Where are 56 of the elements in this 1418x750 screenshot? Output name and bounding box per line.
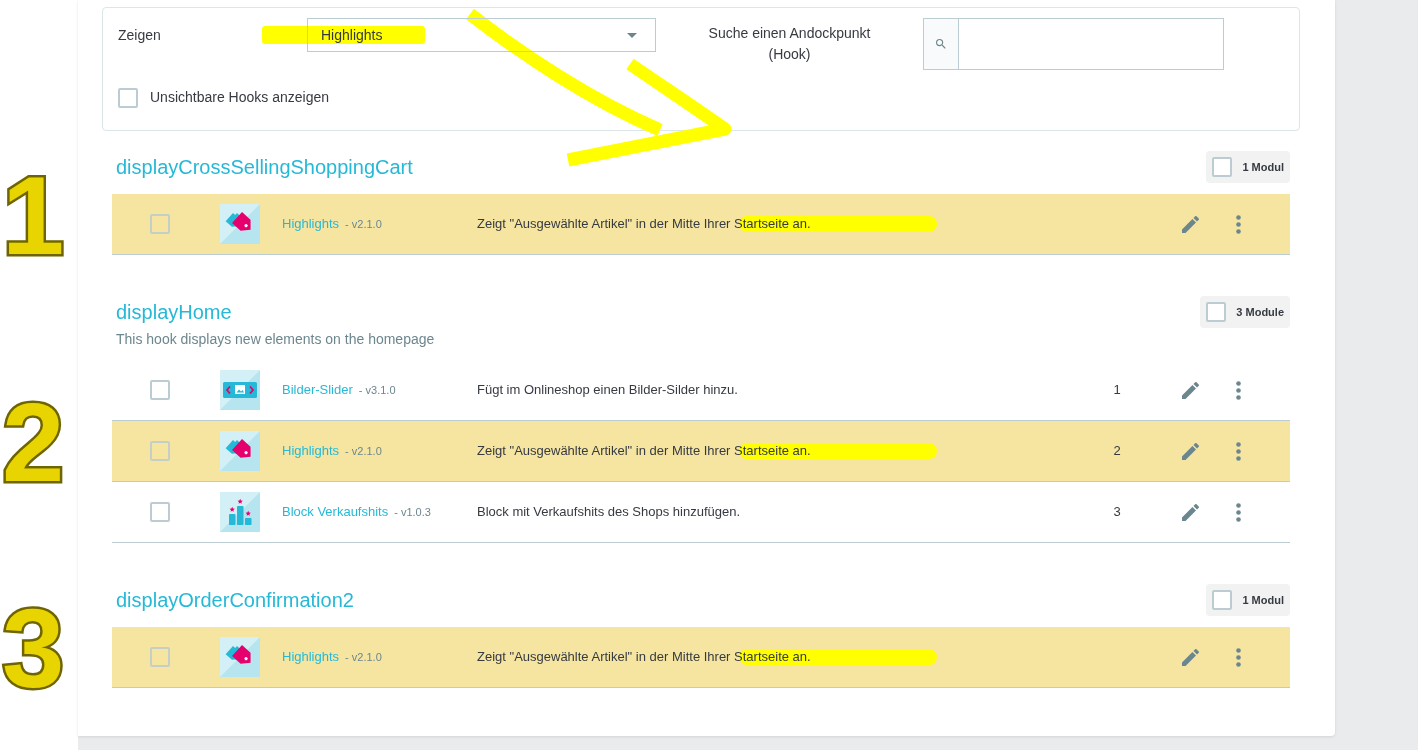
select-all-checkbox[interactable] <box>1212 590 1233 610</box>
hook-title: displayOrderConfirmation2 <box>115 588 354 613</box>
pencil-icon <box>1181 381 1199 399</box>
pencil-icon <box>1181 215 1199 233</box>
module-count-label: 3 Module <box>1236 304 1284 320</box>
annotation-number: 3 <box>2 592 65 705</box>
select-all-checkbox[interactable] <box>1206 302 1227 322</box>
module-name[interactable]: Highlights <box>282 214 340 234</box>
module-version: - v2.1.0 <box>345 444 382 460</box>
module-checkbox[interactable] <box>150 647 170 667</box>
module-count-label: 1 Modul <box>1242 592 1284 608</box>
module-checkbox[interactable] <box>150 214 170 234</box>
podium-icon <box>220 492 260 532</box>
pencil-icon <box>1181 648 1199 666</box>
invisible-hooks-label: Unsichtbare Hooks anzeigen <box>150 88 329 107</box>
annotation-number: 1 <box>2 159 65 272</box>
search-field[interactable] <box>923 18 1224 70</box>
select-all-checkbox[interactable] <box>1212 157 1233 177</box>
module-checkbox[interactable] <box>150 441 170 461</box>
module-version: - v2.1.0 <box>345 650 382 666</box>
invisible-hooks-checkbox[interactable] <box>118 87 138 108</box>
module-position: 1 <box>1113 381 1121 400</box>
kebab-icon <box>1235 214 1241 234</box>
module-name[interactable]: Highlights <box>282 441 340 461</box>
module-version: - v3.1.0 <box>358 383 396 399</box>
module-checkbox[interactable] <box>150 380 170 400</box>
module-version: - v2.1.0 <box>345 217 382 233</box>
hook-title: displayCrossSellingShoppingCart <box>115 155 413 180</box>
caret-icon <box>627 32 637 38</box>
image-slider-icon <box>220 370 260 410</box>
show-label: Zeigen <box>118 26 162 45</box>
search-icon <box>936 39 946 49</box>
tags-icon <box>220 204 260 244</box>
module-description: Fügt im Onlineshop einen Bilder-Silder hinzu. <box>477 381 738 400</box>
kebab-icon <box>1235 441 1241 461</box>
module-version: - v1.0.3 <box>394 505 431 521</box>
tags-icon <box>220 431 260 471</box>
annotation-number: 2 <box>2 386 65 499</box>
tags-icon <box>220 637 260 677</box>
display-select[interactable]: Highlights <box>307 18 656 52</box>
kebab-icon <box>1235 647 1241 667</box>
module-name[interactable]: Bilder-Slider <box>282 380 353 400</box>
module-position: 3 <box>1113 503 1121 522</box>
kebab-icon <box>1235 380 1241 400</box>
module-checkbox[interactable] <box>150 502 170 522</box>
module-position: 2 <box>1113 442 1121 461</box>
kebab-icon <box>1235 502 1241 522</box>
pencil-icon <box>1181 442 1199 460</box>
module-description: Block mit Verkaufshits des Shops hinzufügen. <box>477 503 741 522</box>
hook-title: displayHome <box>115 300 232 325</box>
module-count-label: 1 Modul <box>1242 159 1284 175</box>
module-name[interactable]: Block Verkaufshits <box>282 502 389 522</box>
pencil-icon <box>1181 503 1199 521</box>
hook-description: This hook displays new elements on the homepage <box>115 330 436 349</box>
module-name[interactable]: Highlights <box>282 647 340 667</box>
search-hook-label: Suche einen Andockpunkt (Hook) <box>707 24 872 64</box>
